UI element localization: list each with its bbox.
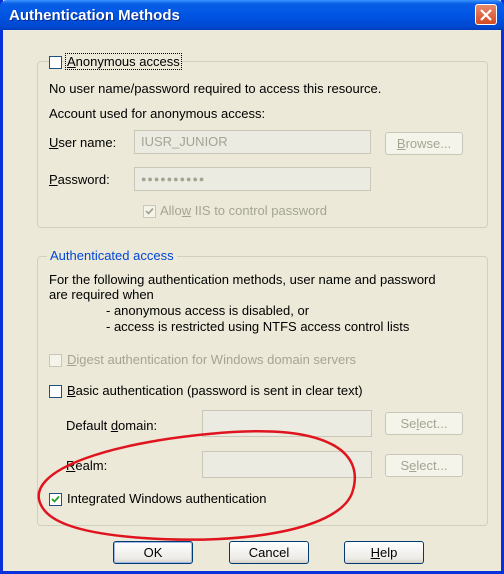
account-caption: Account used for anonymous access: <box>49 106 266 121</box>
cancel-button[interactable]: Cancel <box>229 541 309 564</box>
select-domain-button[interactable]: Select... <box>385 412 463 435</box>
anonymous-access-label[interactable]: Anonymous access <box>65 53 182 70</box>
authenticated-access-legend: Authenticated access <box>47 248 177 263</box>
username-label: User name: <box>49 135 117 150</box>
window-title: Authentication Methods <box>9 7 180 24</box>
checkmark-icon <box>145 207 154 215</box>
title-bar[interactable]: Authentication Methods <box>0 0 504 30</box>
allow-iis-checkbox[interactable] <box>143 205 156 218</box>
digest-auth-label: Digest authentication for Windows domain… <box>67 352 357 367</box>
auth-description-line2: are required when <box>49 287 154 302</box>
help-button[interactable]: Help <box>344 541 424 564</box>
password-field[interactable]: ●●●●●●●●●● <box>134 167 371 191</box>
basic-auth-checkbox[interactable] <box>49 385 62 398</box>
username-field[interactable]: IUSR_JUNIOR <box>134 130 371 154</box>
digest-auth-checkbox[interactable] <box>49 354 62 367</box>
realm-label: Realm: <box>66 458 108 473</box>
select-realm-button[interactable]: Select... <box>385 454 463 477</box>
default-domain-label: Default domain: <box>66 418 158 433</box>
ok-button[interactable]: OK <box>113 541 193 564</box>
allow-iis-label: Allow IIS to control password <box>160 203 327 218</box>
basic-auth-label: Basic authentication (password is sent i… <box>67 383 363 398</box>
integrated-windows-auth-label: Integrated Windows authentication <box>67 491 267 506</box>
realm-field[interactable] <box>202 451 372 478</box>
auth-description-line3: - anonymous access is disabled, or <box>106 303 310 318</box>
auth-description-line1: For the following authentication methods… <box>49 272 436 287</box>
checkmark-icon <box>51 495 60 503</box>
browse-button[interactable]: Browse... <box>385 132 463 155</box>
password-label: Password: <box>49 172 110 187</box>
anonymous-access-checkbox[interactable] <box>49 56 62 69</box>
close-icon <box>480 9 492 21</box>
authentication-methods-dialog: Authentication Methods Anonymous access … <box>0 0 504 574</box>
close-button[interactable] <box>475 4 497 25</box>
anonymous-description: No user name/password required to access… <box>49 81 382 96</box>
default-domain-field[interactable] <box>202 410 372 437</box>
auth-description-line4: - access is restricted using NTFS access… <box>106 319 410 334</box>
integrated-windows-auth-checkbox[interactable] <box>49 493 62 506</box>
